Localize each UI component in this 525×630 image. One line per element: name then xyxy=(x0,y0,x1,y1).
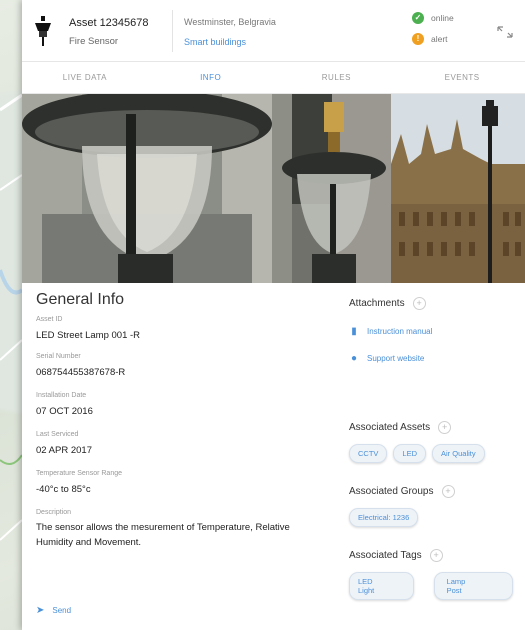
check-circle-icon: ✓ xyxy=(412,12,424,24)
general-info-title: General Info xyxy=(36,291,125,308)
field-value-serial: 068754455387678-R xyxy=(36,367,126,378)
plus-circle-icon[interactable]: + xyxy=(429,549,443,562)
asset-title: Asset 12345678 xyxy=(69,17,149,29)
attachments-header: Attachments + xyxy=(349,297,432,310)
associated-tags-chips: LED Light Lamp Post xyxy=(349,572,519,600)
plus-circle-icon[interactable]: + xyxy=(412,297,426,310)
tab-rules[interactable]: RULES xyxy=(274,62,400,93)
chip-group[interactable]: Electrical: 1236 xyxy=(349,508,419,527)
status-online-label: online xyxy=(431,13,454,23)
expand-arrows-icon[interactable] xyxy=(496,24,514,40)
attachments-section: Attachments + ▮ Instruction manual ● Sup… xyxy=(349,297,432,364)
street-lamp-icon xyxy=(35,16,51,46)
asset-detail-panel: Asset 12345678 Fire Sensor Westminster, … xyxy=(22,0,525,630)
attachment-link-label: Instruction manual xyxy=(367,327,433,336)
field-value-installation: 07 OCT 2016 xyxy=(36,406,93,417)
associated-assets-section: Associated Assets + CCTV LED Air Quality xyxy=(349,421,491,463)
associated-assets-chips: CCTV LED Air Quality xyxy=(349,444,491,463)
associated-groups-section: Associated Groups + Electrical: 1236 xyxy=(349,485,455,527)
field-value-description: The sensor allows the mesurement of Temp… xyxy=(36,522,290,548)
status-alert: ! alert xyxy=(412,33,448,45)
send-label: Send xyxy=(52,606,72,615)
attachment-link-manual[interactable]: ▮ Instruction manual xyxy=(349,326,432,337)
photo-lamp-closeup[interactable] xyxy=(22,94,272,283)
asset-location: Westminster, Belgravia xyxy=(184,17,276,27)
send-button[interactable]: ➤ Send xyxy=(36,605,71,616)
attachments-title: Attachments xyxy=(349,298,405,309)
plus-circle-icon[interactable]: + xyxy=(441,485,455,498)
field-value-temp-range: -40°c to 85°c xyxy=(36,484,91,495)
associated-tags-section: Associated Tags + LED Light Lamp Post xyxy=(349,549,519,600)
associated-tags-header: Associated Tags + xyxy=(349,549,519,562)
plus-circle-icon[interactable]: + xyxy=(438,421,452,434)
chip-asset[interactable]: LED xyxy=(393,444,427,463)
field-value-last-serviced: 02 APR 2017 xyxy=(36,445,92,456)
associated-groups-chips: Electrical: 1236 xyxy=(349,508,455,527)
group-link[interactable]: Smart buildings xyxy=(184,37,246,47)
status-alert-label: alert xyxy=(431,34,448,44)
chip-asset[interactable]: CCTV xyxy=(349,444,388,463)
field-label-installation: Installation Date xyxy=(36,392,87,399)
photo-lamp-gold[interactable] xyxy=(272,94,391,283)
header-divider xyxy=(172,10,173,52)
photo-gallery xyxy=(22,94,525,283)
associated-groups-title: Associated Groups xyxy=(349,486,434,497)
chip-tag[interactable]: Lamp Post xyxy=(433,572,513,600)
associated-assets-header: Associated Assets + xyxy=(349,421,491,434)
field-label-temp-range: Temperature Sensor Range xyxy=(36,470,122,477)
chip-tag[interactable]: LED Light xyxy=(349,572,414,600)
attachment-link-website[interactable]: ● Support website xyxy=(349,353,432,364)
send-icon: ➤ xyxy=(36,605,45,616)
associated-groups-header: Associated Groups + xyxy=(349,485,455,498)
file-icon: ▮ xyxy=(351,326,357,337)
tab-events[interactable]: EVENTS xyxy=(399,62,525,93)
field-label-serial: Serial Number xyxy=(36,353,81,360)
field-label-last-serviced: Last Serviced xyxy=(36,431,79,438)
panel-header: Asset 12345678 Fire Sensor Westminster, … xyxy=(22,0,525,62)
status-online: ✓ online xyxy=(412,12,454,24)
tab-bar: LIVE DATA INFO RULES EVENTS xyxy=(22,62,525,94)
asset-subtitle: Fire Sensor xyxy=(69,36,119,47)
photo-lamp-parliament[interactable] xyxy=(391,94,525,283)
tab-info[interactable]: INFO xyxy=(148,62,274,93)
globe-icon: ● xyxy=(350,353,358,364)
field-label-description: Description xyxy=(36,509,72,516)
associated-assets-title: Associated Assets xyxy=(349,422,431,433)
tab-live-data[interactable]: LIVE DATA xyxy=(22,62,148,93)
attachment-link-label: Support website xyxy=(367,354,425,363)
field-value-asset-id: LED Street Lamp 001 -R xyxy=(36,330,141,341)
field-label-asset-id: Asset ID xyxy=(36,316,63,323)
map-roads xyxy=(0,93,22,541)
general-info: General Info Asset ID LED Street Lamp 00… xyxy=(36,291,336,550)
associated-tags-title: Associated Tags xyxy=(349,550,422,561)
exclamation-circle-icon: ! xyxy=(412,33,424,45)
info-content: General Info Asset ID LED Street Lamp 00… xyxy=(22,283,525,630)
chip-asset[interactable]: Air Quality xyxy=(432,444,485,463)
